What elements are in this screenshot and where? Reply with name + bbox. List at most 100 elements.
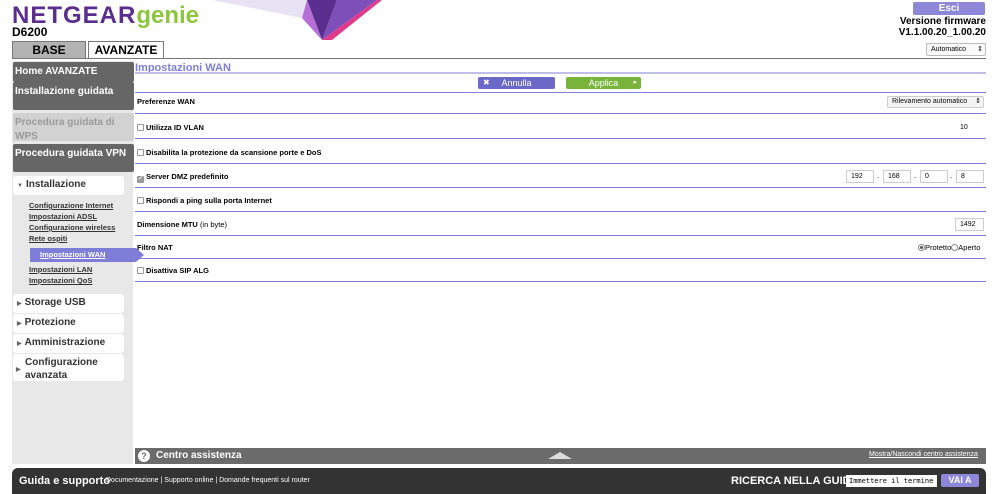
cancel-button[interactable]: ✖ Annulla — [478, 77, 555, 89]
sidebar-link-qos[interactable]: Impostazioni QoS — [29, 275, 92, 286]
divider — [135, 281, 986, 282]
mtu-row: Dimensione MTU (in byte) — [137, 220, 227, 229]
sidebar-link-guest[interactable]: Rete ospiti — [29, 233, 67, 244]
vlan-label: Utilizza ID VLAN — [146, 123, 204, 132]
help-toggle-link[interactable]: Mostra/Nascondi centro assistenza — [869, 451, 978, 458]
divider — [135, 113, 986, 114]
nat-open-label: Aperto — [958, 243, 981, 252]
dmz-ip-octet-4[interactable]: 8 — [956, 170, 984, 183]
sidebar-item-security-label: Protezione — [24, 317, 76, 328]
sidebar-item-admin-label: Amministrazione — [24, 337, 106, 348]
sidebar-item-security[interactable]: ▶ Protezione — [13, 314, 124, 333]
footer-title: Guida e supporto — [19, 475, 111, 487]
mtu-field[interactable]: 1492 — [955, 218, 984, 231]
dmz-ip-octet-3[interactable]: 0 — [920, 170, 948, 183]
nat-protected-label: Protetto — [925, 243, 952, 252]
header-decoration-graphic — [212, 0, 382, 40]
help-search-input[interactable]: Immettere il termine di ricerca — [846, 475, 937, 487]
ping-row: Rispondi a ping sulla porta Internet — [137, 196, 272, 205]
sidebar-item-wps: Procedura guidata di WPS — [13, 113, 134, 142]
vlan-row: Utilizza ID VLAN — [137, 123, 204, 132]
ip-dot: . — [950, 171, 953, 180]
portscan-row: Disabilita la protezione da scansione po… — [137, 148, 321, 157]
tab-advanced[interactable]: AVANZATE — [88, 41, 164, 59]
divider — [135, 211, 986, 212]
triangle-right-icon: ▶ — [17, 341, 22, 347]
logout-button[interactable]: Esci — [913, 2, 985, 15]
sidebar-link-wireless[interactable]: Configurazione wireless — [29, 222, 115, 233]
nat-options: Protetto Aperto — [918, 243, 980, 252]
sidebar-item-advanced-label: Configurazione avanzata — [25, 357, 98, 381]
sidebar-item-home[interactable]: Home AVANZATE — [13, 62, 134, 82]
mode-select-value: Automatico — [931, 46, 967, 53]
wan-pref-label: Preferenze WAN — [137, 97, 195, 106]
dmz-row: ✓ Server DMZ predefinito — [137, 172, 229, 183]
help-search-label: RICERCA NELLA GUIDA — [731, 475, 859, 487]
triangle-right-icon: ▶ — [17, 301, 22, 307]
footer-link-support[interactable]: Supporto online — [164, 477, 213, 484]
brand-suffix: genie — [136, 2, 200, 29]
sidebar-item-usb-label: Storage USB — [24, 297, 86, 308]
ip-dot: . — [877, 171, 880, 180]
sidebar-item-setup-label: Installazione — [25, 179, 86, 190]
dmz-ip-octet-2[interactable]: 168 — [883, 170, 911, 183]
vlan-checkbox[interactable] — [137, 124, 144, 131]
title-underline — [135, 72, 986, 74]
cancel-label: Annulla — [501, 78, 532, 88]
chevron-updown-icon: ⇕ — [977, 46, 983, 53]
apply-button[interactable]: Applica ▸ — [566, 77, 641, 89]
sidebar-item-usb[interactable]: ▶ Storage USB — [13, 294, 124, 313]
portscan-label: Disabilita la protezione da scansione po… — [146, 148, 322, 157]
ip-dot: . — [914, 171, 917, 180]
firmware-label: Versione firmware — [899, 16, 986, 27]
wan-pref-select[interactable]: Rilevamento automatico ⇕ — [887, 96, 984, 108]
divider — [135, 138, 986, 139]
dmz-ip-octet-1[interactable]: 192 — [846, 170, 874, 183]
sidebar-item-wizard[interactable]: Installazione guidata — [13, 82, 134, 110]
arrow-right-icon: ▸ — [633, 79, 637, 86]
tab-basic[interactable]: BASE — [12, 41, 86, 59]
question-icon: ? — [138, 450, 150, 462]
sidebar-item-advanced[interactable]: ▶ Configurazione avanzata — [13, 354, 124, 381]
portscan-checkbox[interactable] — [137, 149, 144, 156]
mode-select[interactable]: Automatico ⇕ — [926, 43, 986, 56]
sidebar-link-lan[interactable]: Impostazioni LAN — [29, 264, 92, 275]
nat-label: Filtro NAT — [137, 243, 173, 252]
chevron-updown-icon: ⇕ — [975, 98, 981, 105]
sidebar-link-wan-active[interactable]: Impostazioni WAN — [30, 248, 136, 262]
ping-checkbox[interactable] — [137, 197, 144, 204]
divider — [135, 187, 986, 188]
footer-link-faq[interactable]: Domande frequenti sul router — [219, 477, 310, 484]
vlan-id-field[interactable]: 10 — [955, 121, 984, 134]
tab-divider — [12, 58, 986, 59]
divider — [135, 163, 986, 164]
sip-label: Disattiva SIP ALG — [146, 266, 209, 275]
help-center-label: Centro assistenza — [156, 450, 242, 461]
firmware-version: V1.1.00.20_1.00.20 — [898, 27, 986, 38]
wan-pref-value: Rilevamento automatico — [892, 98, 968, 105]
mtu-unit: (in byte) — [199, 220, 228, 229]
triangle-right-icon: ▶ — [16, 367, 21, 373]
apply-label: Applica — [588, 78, 619, 88]
sip-checkbox[interactable] — [137, 267, 144, 274]
sidebar-item-setup[interactable]: ▼ Installazione — [13, 176, 124, 195]
router-model: D6200 — [12, 25, 48, 39]
triangle-down-icon: ▼ — [17, 183, 23, 189]
divider — [135, 235, 986, 236]
expand-up-icon[interactable] — [548, 452, 572, 459]
sidebar-item-admin[interactable]: ▶ Amministrazione — [13, 334, 124, 353]
triangle-right-icon: ▶ — [17, 321, 22, 327]
divider — [135, 92, 986, 93]
sidebar-link-internet[interactable]: Configurazione Internet — [29, 200, 113, 211]
dmz-label: Server DMZ predefinito — [146, 172, 229, 181]
dmz-checkbox-checked[interactable]: ✓ — [137, 176, 144, 183]
help-search-go-button[interactable]: VAI A — [941, 474, 979, 487]
sip-row: Disattiva SIP ALG — [137, 266, 209, 275]
footer-link-docs[interactable]: Documentazione — [106, 477, 159, 484]
nat-protected-radio[interactable] — [918, 244, 925, 251]
footer-links: Documentazione | Supporto online | Domande… — [106, 477, 310, 484]
divider — [135, 258, 986, 259]
sidebar-item-vpn[interactable]: Procedura guidata VPN — [13, 144, 134, 172]
sidebar-link-adsl[interactable]: Impostazioni ADSL — [29, 211, 97, 222]
mtu-label: Dimensione MTU — [137, 220, 198, 229]
